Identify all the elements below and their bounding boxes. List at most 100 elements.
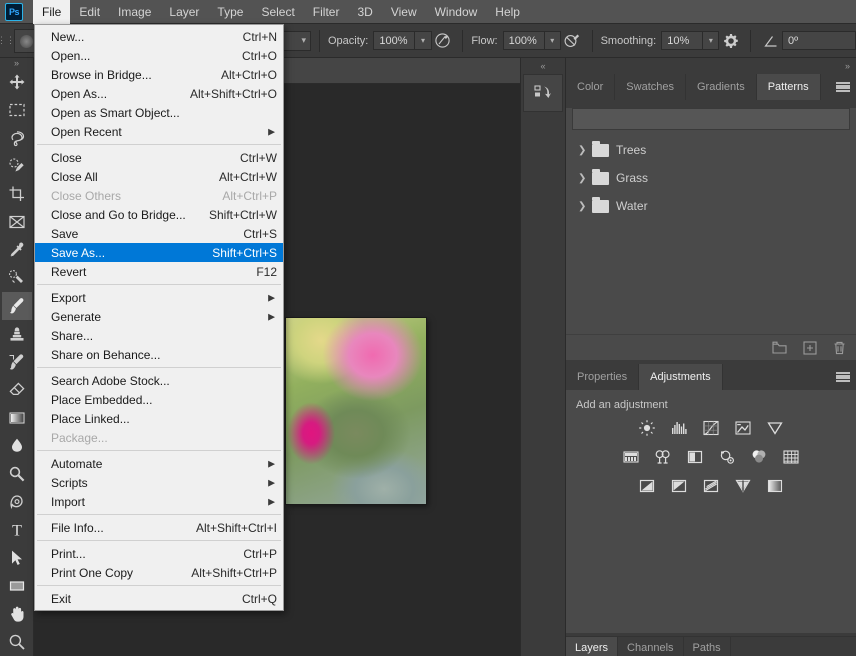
- menubar-item-select[interactable]: Select: [252, 0, 303, 24]
- black-white-icon[interactable]: [685, 448, 705, 466]
- curves-icon[interactable]: [701, 419, 721, 437]
- smoothing-stepper[interactable]: ▾: [703, 31, 720, 50]
- hue-saturation-icon[interactable]: [621, 448, 641, 466]
- pattern-search-field[interactable]: [572, 108, 850, 130]
- menu-item-automate[interactable]: Automate ▶: [35, 454, 283, 473]
- path-selection-tool[interactable]: [2, 544, 32, 572]
- pen-tool[interactable]: [2, 488, 32, 516]
- airbrush-icon[interactable]: [561, 29, 584, 53]
- menu-item-share-on-behance[interactable]: Share on Behance...: [35, 345, 283, 364]
- angle-input[interactable]: 0º: [782, 31, 856, 50]
- file-menu-dropdown[interactable]: New... Ctrl+N Open... Ctrl+O Browse in Bridg…: [34, 24, 284, 611]
- panel-tab-swatches[interactable]: Swatches: [615, 74, 686, 100]
- menu-item-import[interactable]: Import ▶: [35, 492, 283, 511]
- panel-tab-channels[interactable]: Channels: [618, 637, 684, 656]
- exposure-icon[interactable]: [733, 419, 753, 437]
- menu-item-save-as[interactable]: Save As... Shift+Ctrl+S: [35, 243, 283, 262]
- rectangular-marquee-tool[interactable]: [2, 96, 32, 124]
- menu-item-print-one-copy[interactable]: Print One Copy Alt+Shift+Ctrl+P: [35, 563, 283, 582]
- menu-item-share[interactable]: Share...: [35, 326, 283, 345]
- eraser-tool[interactable]: [2, 376, 32, 404]
- menu-item-close[interactable]: Close Ctrl+W: [35, 148, 283, 167]
- eyedropper-tool[interactable]: [2, 236, 32, 264]
- menubar-item-help[interactable]: Help: [486, 0, 529, 24]
- menu-item-revert[interactable]: Revert F12: [35, 262, 283, 281]
- menubar-item-view[interactable]: View: [382, 0, 426, 24]
- panel-tab-layers[interactable]: Layers: [566, 637, 619, 656]
- menu-item-open-recent[interactable]: Open Recent ▶: [35, 122, 283, 141]
- menu-item-print[interactable]: Print... Ctrl+P: [35, 544, 283, 563]
- frame-tool[interactable]: [2, 208, 32, 236]
- brightness-contrast-icon[interactable]: [637, 419, 657, 437]
- opacity-input[interactable]: 100%: [373, 31, 416, 50]
- vibrance-icon[interactable]: [765, 419, 785, 437]
- menubar-item-image[interactable]: Image: [109, 0, 160, 24]
- mini-dock-collapse-button[interactable]: «: [521, 58, 565, 74]
- selective-color-icon[interactable]: [733, 477, 753, 495]
- panel-menu-icon[interactable]: [836, 80, 850, 94]
- zoom-tool[interactable]: [2, 628, 32, 656]
- new-pattern-icon[interactable]: [803, 340, 817, 355]
- color-lookup-icon[interactable]: [781, 448, 801, 466]
- menubar-item-type[interactable]: Type: [208, 0, 252, 24]
- menu-item-browse-in-bridge[interactable]: Browse in Bridge... Alt+Ctrl+O: [35, 65, 283, 84]
- photo-filter-icon[interactable]: [717, 448, 737, 466]
- crop-tool[interactable]: [2, 180, 32, 208]
- opacity-stepper[interactable]: ▾: [415, 31, 432, 50]
- horizontal-type-tool[interactable]: T: [2, 516, 32, 544]
- levels-icon[interactable]: [669, 419, 689, 437]
- panel-menu-icon[interactable]: [836, 370, 850, 384]
- smoothing-input[interactable]: 10%: [661, 31, 704, 50]
- menubar-item-file[interactable]: File: [33, 0, 71, 24]
- menubar-item-3d[interactable]: 3D: [348, 0, 381, 24]
- menu-item-generate[interactable]: Generate ▶: [35, 307, 283, 326]
- options-bar-grip[interactable]: ⋮⋮: [0, 24, 15, 58]
- spot-healing-brush-tool[interactable]: [2, 264, 32, 292]
- menu-item-close-and-go-to-bridge[interactable]: Close and Go to Bridge... Shift+Ctrl+W: [35, 205, 283, 224]
- menu-item-new[interactable]: New... Ctrl+N: [35, 27, 283, 46]
- menu-item-place-embedded[interactable]: Place Embedded...: [35, 390, 283, 409]
- threshold-icon[interactable]: [701, 477, 721, 495]
- pattern-group-row[interactable]: ❯ Grass: [568, 164, 854, 192]
- menu-item-open[interactable]: Open... Ctrl+O: [35, 46, 283, 65]
- panel-tab-patterns[interactable]: Patterns: [756, 74, 821, 100]
- right-dock-collapse-button[interactable]: »: [566, 58, 856, 74]
- panel-tab-gradients[interactable]: Gradients: [686, 74, 757, 100]
- rectangle-tool[interactable]: [2, 572, 32, 600]
- menubar-item-filter[interactable]: Filter: [304, 0, 349, 24]
- color-balance-icon[interactable]: [653, 448, 673, 466]
- menu-item-close-all[interactable]: Close All Alt+Ctrl+W: [35, 167, 283, 186]
- pressure-opacity-icon[interactable]: [432, 29, 455, 53]
- panel-tab-color[interactable]: Color: [566, 74, 616, 100]
- pattern-group-row[interactable]: ❯ Water: [568, 192, 854, 220]
- menu-item-place-linked[interactable]: Place Linked...: [35, 409, 283, 428]
- toolbar-collapse-button[interactable]: »: [0, 58, 34, 68]
- pattern-group-row[interactable]: ❯ Trees: [568, 136, 854, 164]
- chevron-right-icon[interactable]: ❯: [578, 145, 590, 156]
- panel-tab-adjustments[interactable]: Adjustments: [639, 364, 723, 390]
- clone-stamp-tool[interactable]: [2, 320, 32, 348]
- panel-tab-paths[interactable]: Paths: [684, 637, 731, 656]
- menu-item-exit[interactable]: Exit Ctrl+Q: [35, 589, 283, 608]
- chevron-right-icon[interactable]: ❯: [578, 201, 590, 212]
- move-tool[interactable]: [2, 68, 32, 96]
- menu-item-export[interactable]: Export ▶: [35, 288, 283, 307]
- menu-item-open-as[interactable]: Open As... Alt+Shift+Ctrl+O: [35, 84, 283, 103]
- gradient-tool[interactable]: [2, 404, 32, 432]
- history-brush-tool[interactable]: [2, 348, 32, 376]
- invert-icon[interactable]: [637, 477, 657, 495]
- menubar-item-edit[interactable]: Edit: [70, 0, 109, 24]
- lasso-tool[interactable]: [2, 124, 32, 152]
- menubar-item-layer[interactable]: Layer: [160, 0, 208, 24]
- menubar-item-window[interactable]: Window: [426, 0, 487, 24]
- flow-stepper[interactable]: ▾: [544, 31, 561, 50]
- menu-item-scripts[interactable]: Scripts ▶: [35, 473, 283, 492]
- gear-icon[interactable]: [719, 29, 742, 53]
- panel-tab-properties[interactable]: Properties: [566, 364, 640, 390]
- channel-mixer-icon[interactable]: [749, 448, 769, 466]
- history-actions-icon[interactable]: [523, 74, 563, 112]
- menu-item-search-adobe-stock[interactable]: Search Adobe Stock...: [35, 371, 283, 390]
- blur-tool[interactable]: [2, 432, 32, 460]
- posterize-icon[interactable]: [669, 477, 689, 495]
- menu-item-file-info[interactable]: File Info... Alt+Shift+Ctrl+I: [35, 518, 283, 537]
